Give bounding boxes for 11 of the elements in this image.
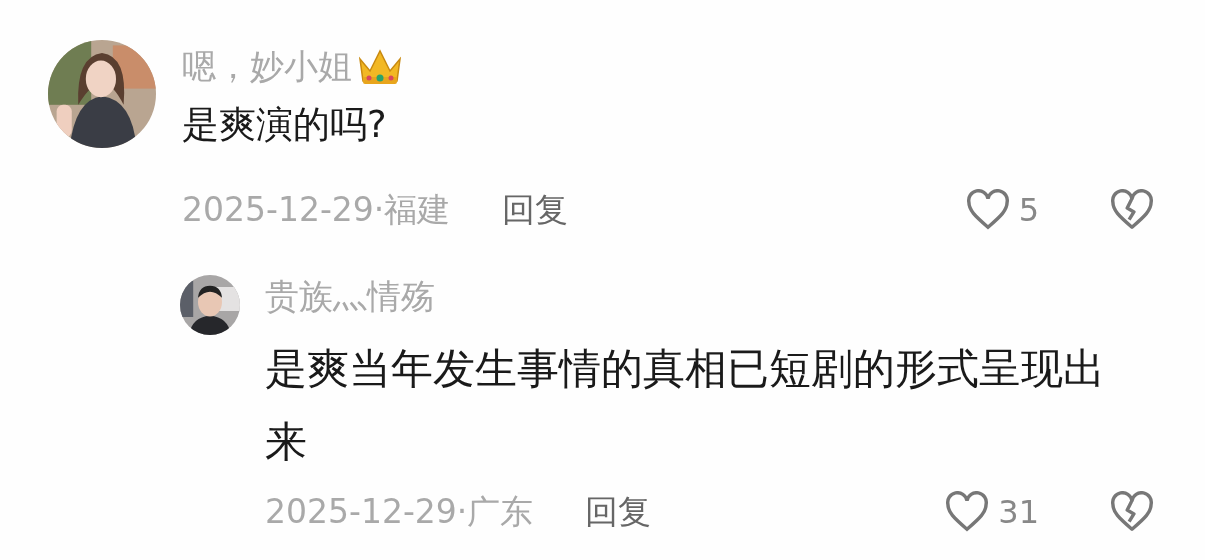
reply-button[interactable]: 回复 xyxy=(585,489,652,535)
like-button[interactable]: 31 xyxy=(944,491,1039,533)
broken-heart-icon[interactable] xyxy=(1109,189,1155,231)
comment-text: 是爽当年发生事情的真相已短剧的形式呈现出来 xyxy=(265,343,1106,468)
broken-heart-icon[interactable] xyxy=(1109,491,1155,533)
username[interactable]: 嗯，妙小姐 xyxy=(182,44,352,90)
username[interactable]: 贵族灬情殇 xyxy=(265,274,435,320)
comment-date: 2025-12-29·福建 xyxy=(182,188,451,231)
comment-text: 是爽演的吗? xyxy=(182,102,388,148)
reply-button[interactable]: 回复 xyxy=(502,187,569,233)
comment-date: 2025-12-29·广东 xyxy=(265,490,534,533)
